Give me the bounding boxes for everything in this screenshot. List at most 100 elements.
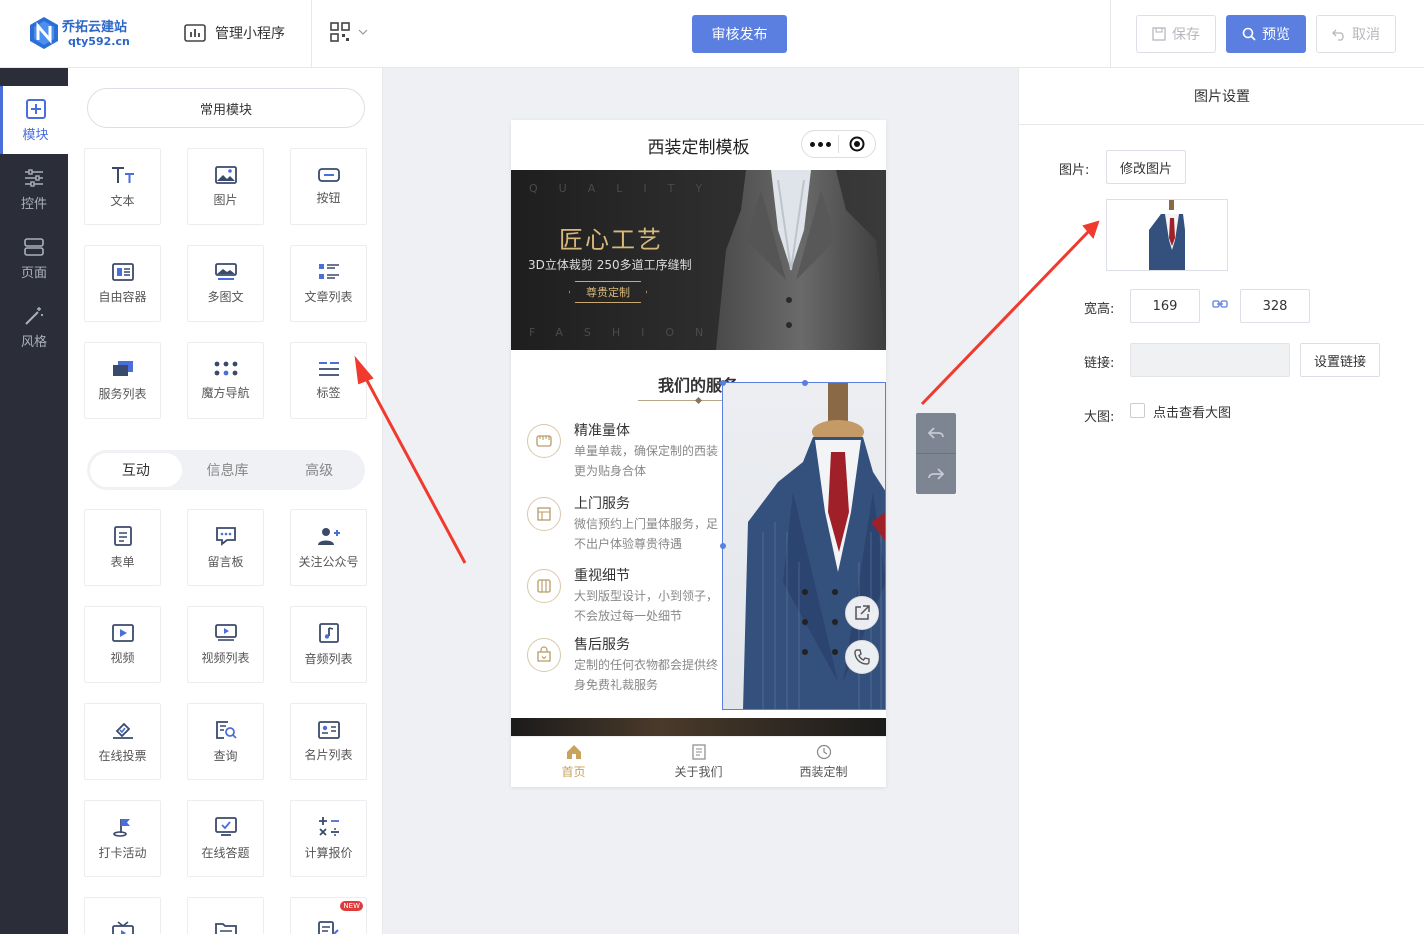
service-desc: 单量单裁，确保定制的西装更为贴身合体 (574, 444, 719, 478)
module-online-quiz[interactable]: 在线答题 (187, 800, 264, 877)
sidebar-item-style[interactable]: 风格 (0, 293, 68, 361)
cancel-button[interactable]: 取消 (1316, 15, 1396, 53)
module-free-container[interactable]: 自由容器 (84, 245, 161, 322)
module-multi-image-text[interactable]: 多图文 (187, 245, 264, 322)
module-label: 视频 (110, 650, 135, 665)
manage-miniprogram-button[interactable]: 管理小程序 (184, 22, 285, 44)
link-field[interactable] (1130, 343, 1290, 377)
music-icon (318, 622, 339, 643)
module-article-list[interactable]: 文章列表 (290, 245, 367, 322)
module-category-tabs: 互动 信息库 高级 (87, 450, 365, 490)
module-service-list[interactable]: 服务列表 (84, 342, 161, 419)
button-icon (317, 167, 340, 182)
publish-button[interactable]: 审核发布 (692, 15, 787, 53)
image-settings-panel: 图片设置 图片: 修改图片 宽高: 169 328 链接: 设置链接 大图: 点… (1018, 68, 1424, 934)
module-text[interactable]: 文本 (84, 148, 161, 225)
home-service-icon (527, 497, 561, 531)
change-image-button[interactable]: 修改图片 (1106, 150, 1186, 184)
module-cube-nav[interactable]: 魔方导航 (187, 342, 264, 419)
common-modules-header[interactable]: 常用模块 (87, 88, 365, 128)
module-follow-account[interactable]: 关注公众号 (290, 509, 367, 586)
module-panel: 常用模块 文本 图片 按钮 自由容器 多图文 文章列表 服务列表 魔方导航 标签… (68, 68, 383, 934)
tab-label: 西装定制 (799, 765, 848, 779)
save-label: 保存 (1172, 27, 1200, 43)
sidebar-item-label: 风格 (20, 334, 47, 350)
share-icon[interactable] (845, 596, 879, 630)
module-label: 服务列表 (98, 386, 147, 401)
title-diamond (694, 396, 703, 405)
set-link-button[interactable]: 设置链接 (1300, 343, 1380, 377)
height-input[interactable]: 328 (1240, 289, 1310, 323)
image-thumbnail[interactable] (1106, 199, 1228, 271)
module-calculator-quote[interactable]: 计算报价 (290, 800, 367, 877)
close-target-icon[interactable] (839, 136, 875, 152)
phone-tab-bar: 首页 关于我们 西装定制 (511, 736, 886, 787)
banner-subline: 3D立体裁剪 250多道工序缝制 (528, 258, 692, 272)
module-form[interactable]: 表单 (84, 509, 161, 586)
clock-icon (816, 744, 831, 760)
module-label: 图片 (213, 192, 238, 207)
tab-advanced[interactable]: 高级 (273, 453, 365, 487)
large-image-checkbox[interactable] (1130, 403, 1145, 418)
module-message-board[interactable]: 留言板 (187, 509, 264, 586)
sidebar-item-pages[interactable]: 页面 (0, 224, 68, 292)
module-checkin[interactable]: 打卡活动 (84, 800, 161, 877)
module-label: 留言板 (207, 554, 244, 569)
logo[interactable]: 乔拓云建站 qty592.cn (28, 14, 138, 54)
redo-icon[interactable] (916, 454, 956, 494)
module-image[interactable]: 图片 (187, 148, 264, 225)
module-label: 视频列表 (201, 650, 250, 665)
banner-image[interactable]: QUALITY FASHION 匠心工艺 3D立体裁剪 250多道工序缝制 尊贵… (511, 170, 886, 350)
preview-button[interactable]: 预览 (1226, 15, 1306, 53)
page-layers-icon (24, 237, 44, 256)
module-audio-list[interactable]: 音频列表 (290, 606, 367, 683)
services-section: 我们的服务 精准量体 单量单裁，确保定制的西装更为贴身合体 上门服务 微信预约上… (511, 358, 886, 710)
module-label: 魔方导航 (201, 385, 250, 400)
banner-custom-button[interactable]: 尊贵定制 (569, 281, 647, 303)
miniprogram-capsule[interactable] (801, 130, 876, 158)
module-tag[interactable]: 标签 (290, 342, 367, 419)
module-document[interactable] (187, 897, 264, 934)
module-label: 关注公众号 (298, 554, 359, 569)
suit-mannequin-photo (716, 170, 886, 350)
undo-icon[interactable] (916, 413, 956, 454)
edit-doc-icon (317, 920, 339, 934)
link-ratio-icon[interactable] (1212, 299, 1228, 309)
next-section-preview (511, 718, 886, 736)
module-online-vote[interactable]: 在线投票 (84, 703, 161, 780)
tab-interactive[interactable]: 互动 (90, 453, 182, 487)
sidebar-item-modules[interactable]: 模块 (0, 86, 68, 154)
width-input[interactable]: 169 (1130, 289, 1200, 323)
image-icon (214, 165, 237, 184)
magic-wand-icon (25, 306, 43, 325)
size-label: 宽高: (1084, 302, 1115, 317)
large-image-checkbox-label[interactable]: 点击查看大图 (1153, 402, 1231, 421)
tab-home[interactable]: 首页 (511, 737, 636, 787)
phone-icon[interactable] (845, 640, 879, 674)
banner-headline: 匠心工艺 (559, 226, 663, 254)
module-label: 打卡活动 (98, 845, 147, 860)
module-video[interactable]: 视频 (84, 606, 161, 683)
module-new-feature[interactable]: NEW (290, 897, 367, 934)
module-live[interactable] (84, 897, 161, 934)
tab-custom-suit[interactable]: 西装定制 (761, 737, 886, 787)
tab-about[interactable]: 关于我们 (636, 737, 761, 787)
tape-measure-icon (527, 424, 561, 458)
module-video-list[interactable]: 视频列表 (187, 606, 264, 683)
divider (1110, 0, 1111, 68)
module-label: 在线答题 (201, 845, 250, 860)
sidebar-item-label: 页面 (20, 265, 47, 281)
more-dots-icon[interactable] (802, 141, 838, 147)
tab-info-library[interactable]: 信息库 (182, 453, 274, 487)
save-button[interactable]: 保存 (1136, 15, 1216, 53)
module-query[interactable]: 查询 (187, 703, 264, 780)
qrcode-dropdown[interactable] (330, 22, 368, 42)
tab-label: 关于我们 (674, 765, 723, 779)
video-list-icon (214, 623, 237, 641)
text-icon (111, 166, 134, 183)
module-card-list[interactable]: 名片列表 (290, 703, 367, 780)
module-button[interactable]: 按钮 (290, 148, 367, 225)
sidebar-item-controls[interactable]: 控件 (0, 155, 68, 223)
query-icon (215, 720, 237, 739)
module-label: 音频列表 (304, 651, 353, 666)
